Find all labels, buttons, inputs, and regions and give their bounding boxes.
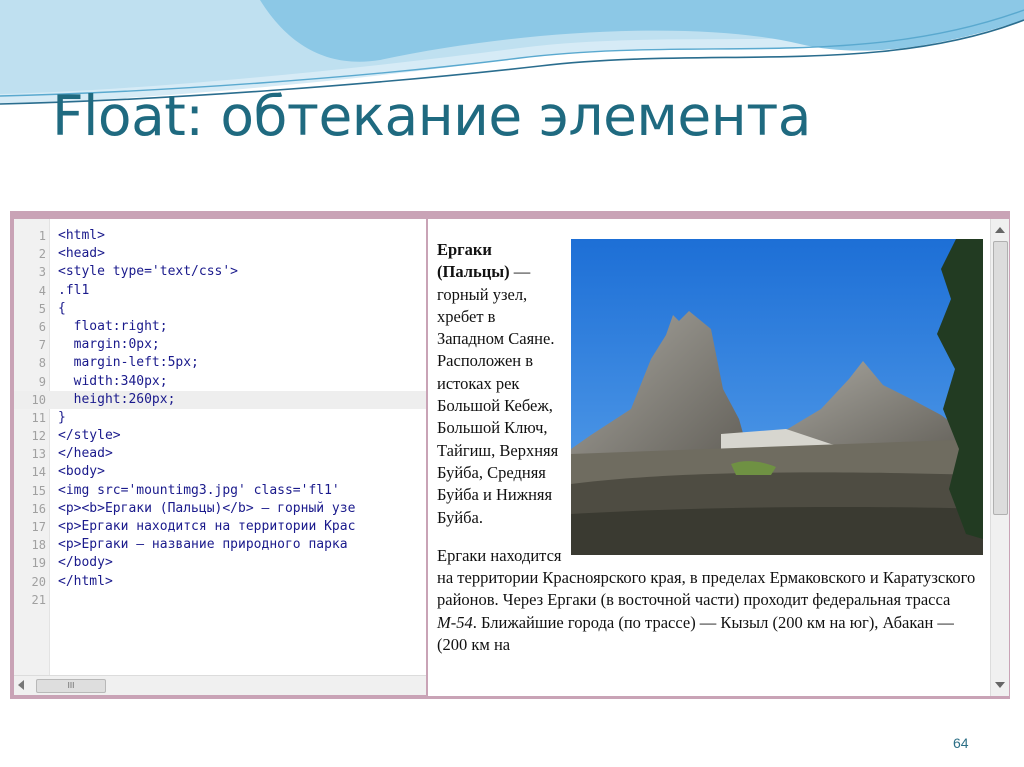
line-number: 19: [31, 556, 46, 571]
code-text: <p>Ергаки находится на территории Крас: [58, 519, 356, 534]
code-line[interactable]: 17 <p>Ергаки находится на территории Крас: [14, 518, 426, 536]
code-line[interactable]: 14 <body>: [14, 463, 426, 481]
line-number: 1: [38, 229, 46, 243]
code-line[interactable]: 8 margin-left:5px;: [14, 354, 426, 372]
line-number: 17: [31, 520, 46, 534]
code-lines: 1 <html> 2 <head> 3 <style type='text/css'> 4.…: [14, 227, 426, 609]
code-line[interactable]: 9 width:340px;: [14, 373, 426, 391]
code-text: <style type='text/css'>: [58, 264, 239, 280]
code-text: float:right;: [58, 318, 168, 334]
line-number: 15: [31, 483, 46, 498]
line-number: 9: [38, 374, 46, 389]
line-number: 12: [31, 429, 46, 444]
code-text: </html>: [58, 573, 113, 589]
line-number: 21: [31, 592, 46, 607]
code-line[interactable]: 19 </body>: [14, 554, 426, 572]
code-text: margin:0px;: [58, 337, 160, 353]
horizontal-scroll-thumb[interactable]: III: [36, 679, 106, 693]
line-number: 4: [38, 283, 46, 298]
vertical-scrollbar[interactable]: [990, 219, 1009, 696]
paragraph-2-tail: . Ближайшие города (по трассе) — Кызыл (…: [437, 612, 954, 655]
code-text: <body>: [58, 464, 105, 480]
code-text: <p><b>Ергаки (Пальцы)</b> — горный узе: [58, 500, 356, 516]
line-number: 10: [31, 392, 46, 407]
code-line[interactable]: 1 <html>: [14, 227, 426, 245]
line-number: 11: [31, 410, 46, 425]
line-number: 13: [31, 447, 46, 462]
code-line[interactable]: 4 .fl1: [14, 282, 426, 300]
line-number: 6: [38, 319, 46, 334]
preview-content: Ергаки (Пальцы) — горный узел, хребет в …: [437, 239, 983, 672]
paragraph-2-route: М-54: [437, 612, 473, 632]
code-text: <img src='mountimg3.jpg' class='fl1': [58, 482, 340, 498]
code-text: <p>Ергаки — название природного парка: [58, 537, 348, 553]
browser-preview: Ергаки (Пальцы) — горный узел, хребет в …: [428, 219, 1009, 696]
code-line[interactable]: 20 </html>: [14, 573, 426, 591]
code-text: width:340px;: [58, 373, 168, 389]
paragraph-1-bold: Ергаки (Пальцы): [437, 240, 510, 282]
horizontal-scrollbar[interactable]: III: [14, 675, 426, 695]
code-text: .fl1: [58, 282, 90, 298]
scroll-left-arrow-icon[interactable]: [18, 680, 24, 690]
code-editor[interactable]: 1 <html> 2 <head> 3 <style type='text/css'> 4.…: [14, 219, 426, 695]
line-number: 18: [31, 538, 46, 553]
code-text: }: [58, 409, 66, 425]
line-number: 3: [38, 265, 46, 280]
line-number: 16: [31, 501, 46, 516]
code-line[interactable]: 7 margin:0px;: [14, 336, 426, 354]
code-line[interactable]: 18 <p>Ергаки — название природного парка: [14, 536, 426, 554]
code-line[interactable]: 11}: [14, 409, 426, 427]
scroll-down-arrow-icon[interactable]: [995, 682, 1005, 688]
paragraph-2-text: Ергаки находится на территории Красноярс…: [437, 545, 976, 610]
line-number: 2: [38, 247, 46, 262]
paragraph-1-text: — горный узел, хребет в Западном Саяне. …: [437, 262, 559, 527]
code-line[interactable]: 16 <p><b>Ергаки (Пальцы)</b> — горный узе: [14, 500, 426, 518]
scroll-up-arrow-icon[interactable]: [995, 227, 1005, 233]
code-text: height:260px;: [58, 391, 176, 407]
code-line[interactable]: 10 height:260px;: [14, 390, 426, 409]
line-number: 20: [31, 574, 46, 589]
mountain-photo: [571, 239, 983, 555]
line-number: 7: [38, 338, 46, 353]
paragraph-2: Ергаки находится на территории Красноярс…: [437, 545, 983, 656]
code-text: {: [58, 300, 66, 316]
code-line[interactable]: 2 <head>: [14, 245, 426, 263]
code-text: </body>: [58, 555, 113, 571]
code-line[interactable]: 6 float:right;: [14, 318, 426, 336]
line-number: 5: [38, 301, 46, 316]
line-number: 14: [31, 465, 46, 480]
code-text: <html>: [58, 228, 105, 243]
code-text: margin-left:5px;: [58, 355, 199, 371]
code-line[interactable]: 13 </head>: [14, 445, 426, 463]
line-number: 8: [38, 356, 46, 371]
code-line[interactable]: 3 <style type='text/css'>: [14, 263, 426, 281]
code-text: </style>: [58, 428, 121, 444]
code-line[interactable]: 15 <img src='mountimg3.jpg' class='fl1': [14, 482, 426, 500]
code-line[interactable]: 21: [14, 591, 426, 609]
vertical-scroll-thumb[interactable]: [993, 241, 1008, 515]
page-number: 64: [953, 735, 969, 751]
slide-title: Float: обтекание элемента: [52, 84, 811, 148]
code-text: </head>: [58, 446, 113, 462]
code-line[interactable]: 12 </style>: [14, 427, 426, 445]
code-text: <head>: [58, 246, 105, 262]
code-line[interactable]: 5{: [14, 300, 426, 318]
